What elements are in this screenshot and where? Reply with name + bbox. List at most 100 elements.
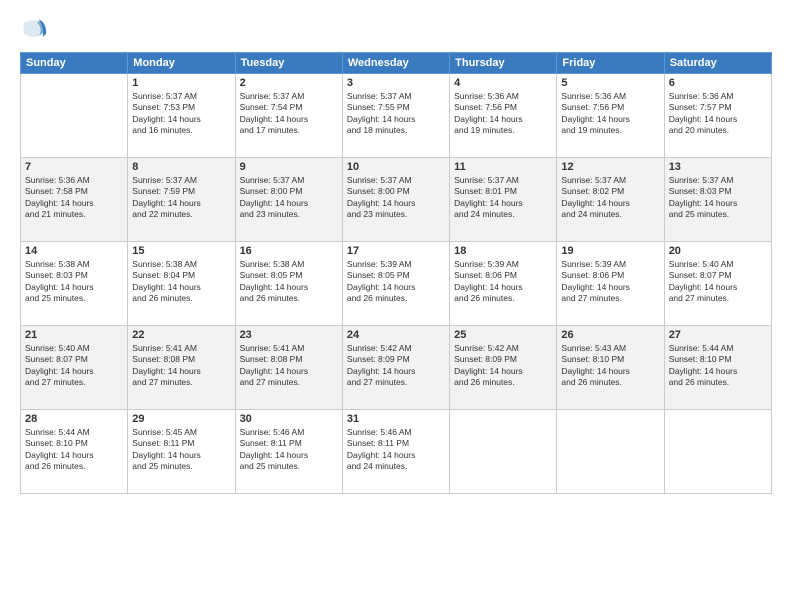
calendar-cell: 1 Sunrise: 5:37 AMSunset: 7:53 PMDaylight… xyxy=(128,74,235,158)
col-header-monday: Monday xyxy=(128,53,235,74)
day-number: 23 xyxy=(240,329,338,341)
calendar-cell: 11 Sunrise: 5:37 AMSunset: 8:01 PMDayligh… xyxy=(450,158,557,242)
day-info: Sunrise: 5:37 AMSunset: 7:53 PMDaylight:… xyxy=(132,91,230,137)
day-number: 1 xyxy=(132,77,230,89)
day-number: 19 xyxy=(561,245,659,257)
calendar-cell xyxy=(450,410,557,494)
day-number: 24 xyxy=(347,329,445,341)
col-header-wednesday: Wednesday xyxy=(342,53,449,74)
day-number: 15 xyxy=(132,245,230,257)
calendar-cell: 22 Sunrise: 5:41 AMSunset: 8:08 PMDayligh… xyxy=(128,326,235,410)
calendar-cell: 2 Sunrise: 5:37 AMSunset: 7:54 PMDaylight… xyxy=(235,74,342,158)
day-info: Sunrise: 5:41 AMSunset: 8:08 PMDaylight:… xyxy=(132,343,230,389)
calendar-table: SundayMondayTuesdayWednesdayThursdayFrid… xyxy=(20,52,772,494)
day-number: 10 xyxy=(347,161,445,173)
day-number: 7 xyxy=(25,161,123,173)
calendar-cell: 18 Sunrise: 5:39 AMSunset: 8:06 PMDayligh… xyxy=(450,242,557,326)
calendar-cell: 16 Sunrise: 5:38 AMSunset: 8:05 PMDayligh… xyxy=(235,242,342,326)
day-number: 30 xyxy=(240,413,338,425)
day-number: 26 xyxy=(561,329,659,341)
logo xyxy=(20,16,52,44)
calendar-cell: 15Sunrise: 5:38 AMSunset: 8:04 PMDayligh… xyxy=(128,242,235,326)
calendar-cell xyxy=(21,74,128,158)
calendar-cell: 10 Sunrise: 5:37 AMSunset: 8:00 PMDayligh… xyxy=(342,158,449,242)
day-info: Sunrise: 5:46 AMSunset: 8:11 PMDaylight:… xyxy=(240,427,338,473)
calendar-cell xyxy=(557,410,664,494)
day-info: Sunrise: 5:36 AMSunset: 7:56 PMDaylight:… xyxy=(454,91,552,137)
day-number: 18 xyxy=(454,245,552,257)
day-number: 6 xyxy=(669,77,767,89)
calendar-cell: 25 Sunrise: 5:42 AMSunset: 8:09 PMDayligh… xyxy=(450,326,557,410)
day-info: Sunrise: 5:39 AMSunset: 8:06 PMDaylight:… xyxy=(454,259,552,305)
calendar-cell: 12Sunrise: 5:37 AMSunset: 8:02 PMDayligh… xyxy=(557,158,664,242)
day-info: Sunrise: 5:37 AMSunset: 8:00 PMDaylight:… xyxy=(240,175,338,221)
day-info: Sunrise: 5:36 AMSunset: 7:58 PMDaylight:… xyxy=(25,175,123,221)
day-info: Sunrise: 5:46 AMSunset: 8:11 PMDaylight:… xyxy=(347,427,445,473)
day-info: Sunrise: 5:41 AMSunset: 8:08 PMDaylight:… xyxy=(240,343,338,389)
calendar-cell: 24Sunrise: 5:42 AMSunset: 8:09 PMDayligh… xyxy=(342,326,449,410)
calendar-cell: 13Sunrise: 5:37 AMSunset: 8:03 PMDayligh… xyxy=(664,158,771,242)
day-number: 20 xyxy=(669,245,767,257)
calendar-header-row: SundayMondayTuesdayWednesdayThursdayFrid… xyxy=(21,53,772,74)
calendar-cell: 28 Sunrise: 5:44 AMSunset: 8:10 PMDayligh… xyxy=(21,410,128,494)
day-number: 21 xyxy=(25,329,123,341)
day-number: 3 xyxy=(347,77,445,89)
day-info: Sunrise: 5:38 AMSunset: 8:03 PMDaylight:… xyxy=(25,259,123,305)
calendar-week-4: 21 Sunrise: 5:40 AMSunset: 8:07 PMDayligh… xyxy=(21,326,772,410)
day-info: Sunrise: 5:45 AMSunset: 8:11 PMDaylight:… xyxy=(132,427,230,473)
day-number: 22 xyxy=(132,329,230,341)
calendar-cell: 8Sunrise: 5:37 AMSunset: 7:59 PMDaylight… xyxy=(128,158,235,242)
calendar-cell: 14 Sunrise: 5:38 AMSunset: 8:03 PMDayligh… xyxy=(21,242,128,326)
calendar-week-2: 7 Sunrise: 5:36 AMSunset: 7:58 PMDaylight… xyxy=(21,158,772,242)
calendar-cell: 26Sunrise: 5:43 AMSunset: 8:10 PMDayligh… xyxy=(557,326,664,410)
calendar-cell: 7 Sunrise: 5:36 AMSunset: 7:58 PMDaylight… xyxy=(21,158,128,242)
calendar-week-5: 28 Sunrise: 5:44 AMSunset: 8:10 PMDayligh… xyxy=(21,410,772,494)
calendar-cell: 29 Sunrise: 5:45 AMSunset: 8:11 PMDayligh… xyxy=(128,410,235,494)
day-number: 17 xyxy=(347,245,445,257)
col-header-friday: Friday xyxy=(557,53,664,74)
col-header-thursday: Thursday xyxy=(450,53,557,74)
calendar-cell: 5 Sunrise: 5:36 AMSunset: 7:56 PMDaylight… xyxy=(557,74,664,158)
day-number: 2 xyxy=(240,77,338,89)
day-info: Sunrise: 5:38 AMSunset: 8:05 PMDaylight:… xyxy=(240,259,338,305)
calendar-cell: 30 Sunrise: 5:46 AMSunset: 8:11 PMDayligh… xyxy=(235,410,342,494)
day-number: 28 xyxy=(25,413,123,425)
day-number: 5 xyxy=(561,77,659,89)
day-info: Sunrise: 5:39 AMSunset: 8:05 PMDaylight:… xyxy=(347,259,445,305)
day-info: Sunrise: 5:37 AMSunset: 8:01 PMDaylight:… xyxy=(454,175,552,221)
day-info: Sunrise: 5:37 AMSunset: 7:59 PMDaylight:… xyxy=(132,175,230,221)
day-number: 4 xyxy=(454,77,552,89)
logo-icon xyxy=(20,16,48,44)
day-info: Sunrise: 5:36 AMSunset: 7:57 PMDaylight:… xyxy=(669,91,767,137)
day-info: Sunrise: 5:36 AMSunset: 7:56 PMDaylight:… xyxy=(561,91,659,137)
day-number: 27 xyxy=(669,329,767,341)
calendar-cell: 20Sunrise: 5:40 AMSunset: 8:07 PMDayligh… xyxy=(664,242,771,326)
calendar-cell: 23 Sunrise: 5:41 AMSunset: 8:08 PMDayligh… xyxy=(235,326,342,410)
col-header-tuesday: Tuesday xyxy=(235,53,342,74)
calendar-cell xyxy=(664,410,771,494)
day-info: Sunrise: 5:44 AMSunset: 8:10 PMDaylight:… xyxy=(669,343,767,389)
calendar-week-3: 14 Sunrise: 5:38 AMSunset: 8:03 PMDayligh… xyxy=(21,242,772,326)
day-number: 29 xyxy=(132,413,230,425)
day-number: 31 xyxy=(347,413,445,425)
calendar-cell: 31 Sunrise: 5:46 AMSunset: 8:11 PMDayligh… xyxy=(342,410,449,494)
calendar-cell: 3Sunrise: 5:37 AMSunset: 7:55 PMDaylight… xyxy=(342,74,449,158)
calendar-cell: 6 Sunrise: 5:36 AMSunset: 7:57 PMDaylight… xyxy=(664,74,771,158)
col-header-sunday: Sunday xyxy=(21,53,128,74)
day-number: 25 xyxy=(454,329,552,341)
day-info: Sunrise: 5:39 AMSunset: 8:06 PMDaylight:… xyxy=(561,259,659,305)
day-info: Sunrise: 5:42 AMSunset: 8:09 PMDaylight:… xyxy=(454,343,552,389)
calendar-cell: 4 Sunrise: 5:36 AMSunset: 7:56 PMDaylight… xyxy=(450,74,557,158)
day-info: Sunrise: 5:37 AMSunset: 7:54 PMDaylight:… xyxy=(240,91,338,137)
day-number: 11 xyxy=(454,161,552,173)
day-number: 16 xyxy=(240,245,338,257)
day-number: 14 xyxy=(25,245,123,257)
day-info: Sunrise: 5:37 AMSunset: 8:02 PMDaylight:… xyxy=(561,175,659,221)
day-info: Sunrise: 5:37 AMSunset: 8:00 PMDaylight:… xyxy=(347,175,445,221)
calendar-week-1: 1 Sunrise: 5:37 AMSunset: 7:53 PMDaylight… xyxy=(21,74,772,158)
calendar-cell: 17 Sunrise: 5:39 AMSunset: 8:05 PMDayligh… xyxy=(342,242,449,326)
col-header-saturday: Saturday xyxy=(664,53,771,74)
calendar-cell: 19 Sunrise: 5:39 AMSunset: 8:06 PMDayligh… xyxy=(557,242,664,326)
day-info: Sunrise: 5:44 AMSunset: 8:10 PMDaylight:… xyxy=(25,427,123,473)
day-info: Sunrise: 5:40 AMSunset: 8:07 PMDaylight:… xyxy=(25,343,123,389)
